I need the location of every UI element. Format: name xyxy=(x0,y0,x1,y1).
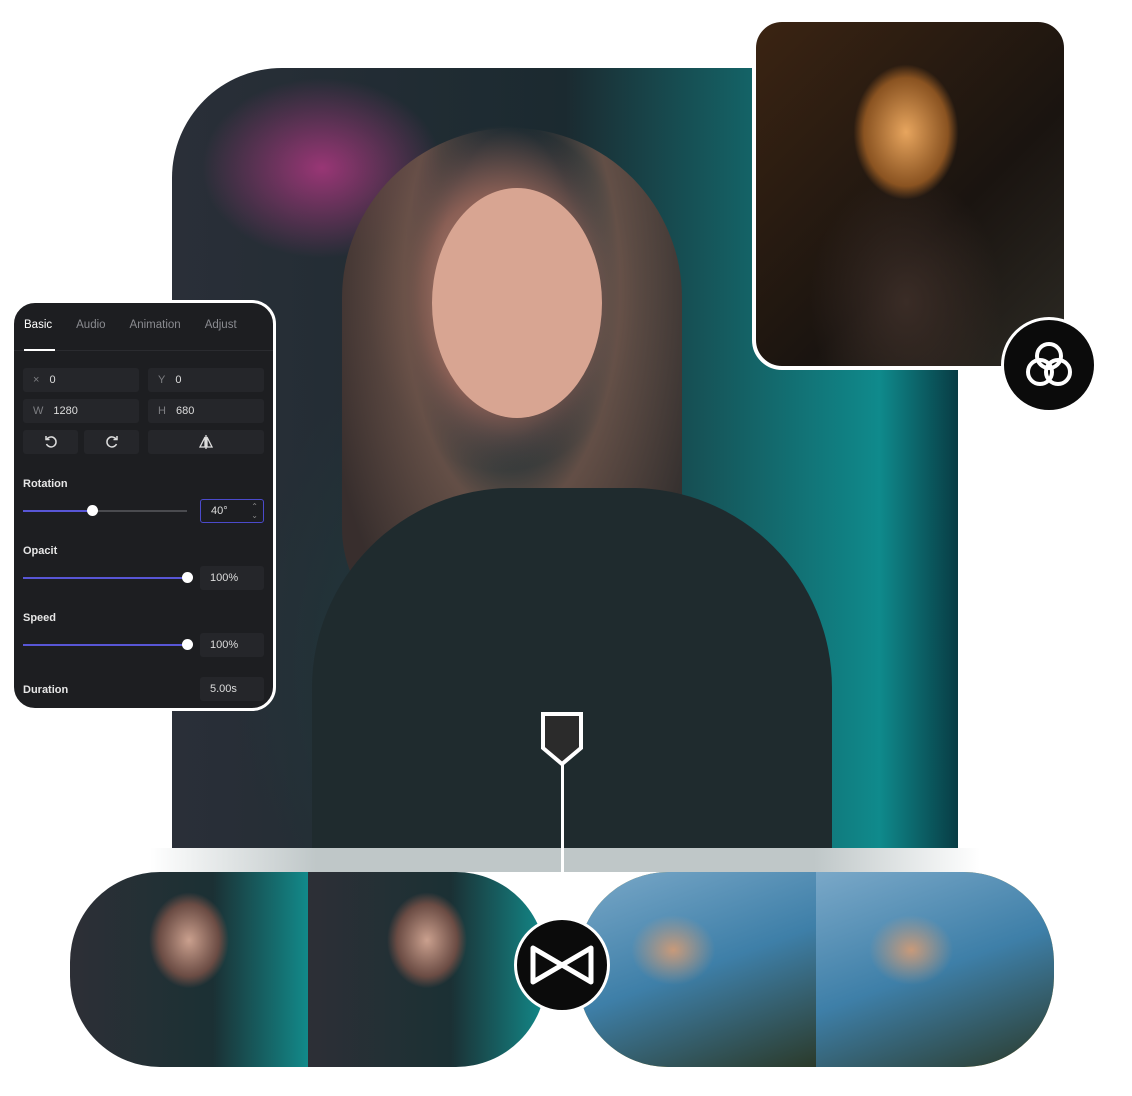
opacity-label: Opacit xyxy=(23,545,58,557)
x-field[interactable]: × 0 xyxy=(23,368,139,392)
speed-value: 100% xyxy=(210,639,239,651)
duration-label: Duration xyxy=(23,684,69,696)
stepper-icon[interactable]: ⌃ ⌄ xyxy=(251,502,258,520)
tab-animation[interactable]: Animation xyxy=(130,319,181,351)
filter-button[interactable] xyxy=(1001,317,1097,413)
timeline-track xyxy=(150,848,980,872)
duration-value: 5.00s xyxy=(210,683,237,695)
rotate-right-button[interactable] xyxy=(84,430,139,454)
panel-tabs: Basic Audio Animation Adjust xyxy=(14,303,273,351)
clip-thumbnail xyxy=(70,872,308,1067)
flip-horizontal-icon xyxy=(198,435,214,449)
y-field[interactable]: Y0 xyxy=(148,368,264,392)
clip-thumbnail xyxy=(816,872,1054,1067)
speed-label: Speed xyxy=(23,612,57,624)
x-label: × xyxy=(33,374,40,386)
h-label: H xyxy=(158,405,166,417)
height-field[interactable]: H 680 xyxy=(148,399,264,423)
clip-thumbnail xyxy=(308,872,546,1067)
opacity-value: 100% xyxy=(210,572,239,584)
photo-subject-shirt xyxy=(312,488,832,848)
transition-button[interactable] xyxy=(514,917,610,1013)
rotation-label: Rotation xyxy=(23,478,68,490)
duration-input[interactable]: 5.00s xyxy=(200,677,264,701)
slider-knob[interactable] xyxy=(182,639,193,650)
tab-adjust[interactable]: Adjust xyxy=(205,319,237,351)
filter-circles-icon xyxy=(1026,342,1072,386)
slider-knob[interactable] xyxy=(86,505,98,516)
rotate-ccw-icon xyxy=(44,436,57,448)
h-value: 680 xyxy=(175,405,195,417)
rotation-input[interactable]: 40° ⌃ ⌄ xyxy=(200,499,264,523)
rotate-left-button[interactable] xyxy=(23,430,78,454)
tab-basic[interactable]: Basic xyxy=(24,319,56,351)
properties-panel: Basic Audio Animation Adjust × 0 Y0 W 1280… xyxy=(11,300,276,711)
width-field[interactable]: W 1280 xyxy=(23,399,139,423)
slider-knob[interactable] xyxy=(182,572,193,583)
speed-slider[interactable] xyxy=(23,639,193,650)
x-value: 0 xyxy=(49,374,56,386)
rotation-slider[interactable] xyxy=(23,505,187,516)
speed-input[interactable]: 100% xyxy=(200,633,264,657)
w-value: 1280 xyxy=(53,405,78,417)
timeline-clip-2[interactable] xyxy=(578,872,1054,1067)
rotate-cw-icon xyxy=(105,436,118,448)
y-label: Y xyxy=(158,374,166,386)
timeline-clip-1[interactable] xyxy=(70,872,546,1067)
w-label: W xyxy=(33,405,44,417)
opacity-input[interactable]: 100% xyxy=(200,566,264,590)
bowtie-transition-icon xyxy=(530,945,594,985)
flip-button[interactable] xyxy=(148,430,264,454)
filtered-preview-photo xyxy=(752,18,1068,370)
tab-audio[interactable]: Audio xyxy=(76,319,105,351)
clip-thumbnail xyxy=(578,872,816,1067)
photo-subject-face xyxy=(432,188,602,418)
y-value: 0 xyxy=(175,374,182,386)
playhead-marker-icon[interactable] xyxy=(541,712,583,766)
rotation-value: 40° xyxy=(211,505,228,517)
opacity-slider[interactable] xyxy=(23,572,193,583)
